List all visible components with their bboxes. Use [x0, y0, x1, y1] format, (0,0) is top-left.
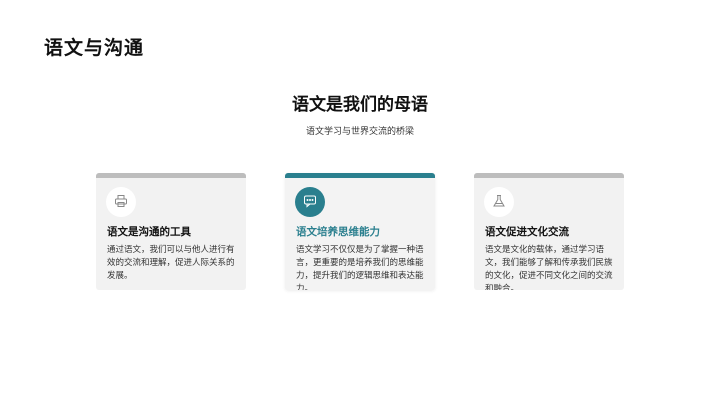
chat-icon: [303, 193, 317, 212]
card-cultural-exchange: 语文促进文化交流 语文是文化的载体，通过学习语文，我们能够了解和传承我们民族的文…: [474, 173, 624, 290]
card-top-bar: [474, 173, 624, 178]
card-body: 语文是文化的载体，通过学习语文，我们能够了解和传承我们民族的文化，促进不同文化之…: [485, 245, 613, 290]
card-body: 语文学习不仅仅是为了掌握一种语言，更重要的是培养我们的思维能力，提升我们的逻辑思…: [296, 245, 424, 290]
card-top-bar: [285, 173, 435, 178]
card-title: 语文培养思维能力: [296, 226, 380, 238]
slide: 语文与沟通 语文是我们的母语 语文学习与世界交流的桥梁 语文是沟通的工具 通过语…: [0, 0, 720, 405]
main-heading: 语文是我们的母语: [292, 95, 428, 115]
card-title: 语文是沟通的工具: [107, 226, 191, 238]
flask-icon: [492, 193, 506, 212]
card-top-bar: [96, 173, 246, 178]
card-icon-badge: [484, 187, 514, 217]
card-communication-tool: 语文是沟通的工具 通过语文，我们可以与他人进行有效的交流和理解，促进人际关系的发…: [96, 173, 246, 290]
slide-title: 语文与沟通: [44, 37, 145, 59]
card-icon-badge: [295, 187, 325, 217]
card-body: 通过语文，我们可以与他人进行有效的交流和理解，促进人际关系的发展。: [107, 245, 235, 281]
card-thinking-ability: 语文培养思维能力 语文学习不仅仅是为了掌握一种语言，更重要的是培养我们的思维能力…: [285, 173, 435, 290]
card-title: 语文促进文化交流: [485, 226, 569, 238]
card-icon-badge: [106, 187, 136, 217]
printer-icon: [114, 193, 128, 212]
subheading: 语文学习与世界交流的桥梁: [305, 127, 414, 137]
